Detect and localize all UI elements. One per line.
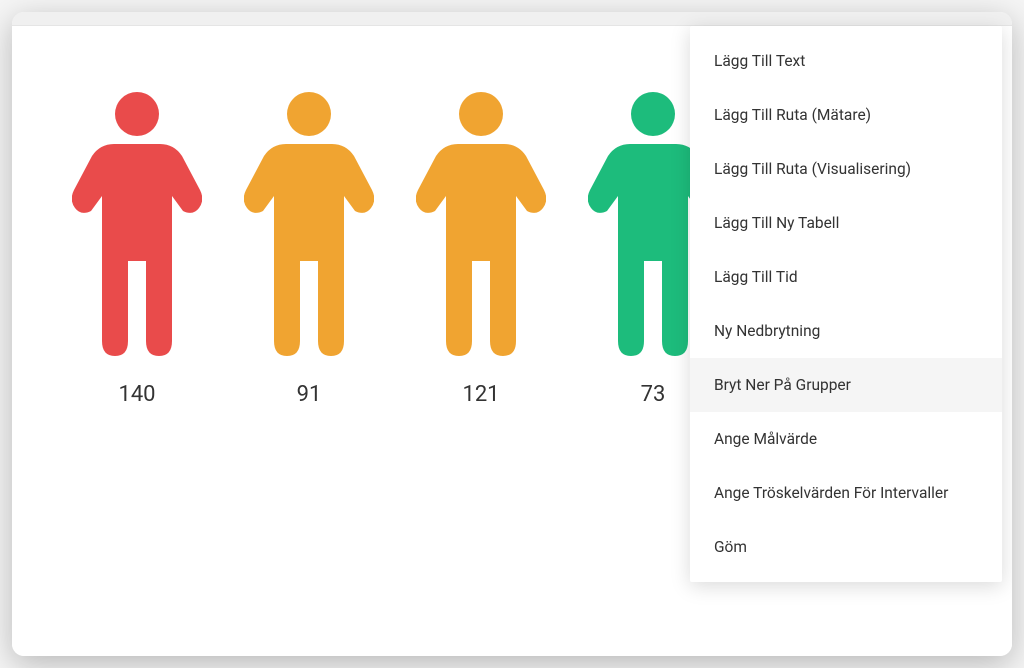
- menu-item[interactable]: Lägg Till Ruta (Mätare): [690, 88, 1002, 142]
- figure-item: 121: [416, 86, 546, 407]
- context-menu: Lägg Till TextLägg Till Ruta (Mätare)Läg…: [690, 26, 1002, 582]
- figure-value: 121: [462, 382, 499, 407]
- figure-value: 140: [118, 382, 155, 407]
- menu-item[interactable]: Lägg Till Ruta (Visualisering): [690, 142, 1002, 196]
- person-icon: [416, 86, 546, 370]
- menu-item[interactable]: Ny Nedbrytning: [690, 304, 1002, 358]
- window-title-bar: [12, 12, 1012, 26]
- figure-value: 91: [297, 382, 322, 407]
- menu-item[interactable]: Lägg Till Tid: [690, 250, 1002, 304]
- menu-item[interactable]: Göm: [690, 520, 1002, 574]
- menu-item[interactable]: Lägg Till Ny Tabell: [690, 196, 1002, 250]
- figure-value: 73: [641, 382, 666, 407]
- app-window: 140 91 121 73 Lägg Till TextLägg Till Ru…: [12, 12, 1012, 656]
- person-icon: [244, 86, 374, 370]
- figure-item: 140: [72, 86, 202, 407]
- menu-item[interactable]: Ange Målvärde: [690, 412, 1002, 466]
- main-content: 140 91 121 73 Lägg Till TextLägg Till Ru…: [12, 26, 1012, 656]
- menu-item[interactable]: Ange Tröskelvärden För Intervaller: [690, 466, 1002, 520]
- menu-item[interactable]: Bryt Ner På Grupper: [690, 358, 1002, 412]
- figure-item: 91: [244, 86, 374, 407]
- person-icon: [72, 86, 202, 370]
- menu-item[interactable]: Lägg Till Text: [690, 34, 1002, 88]
